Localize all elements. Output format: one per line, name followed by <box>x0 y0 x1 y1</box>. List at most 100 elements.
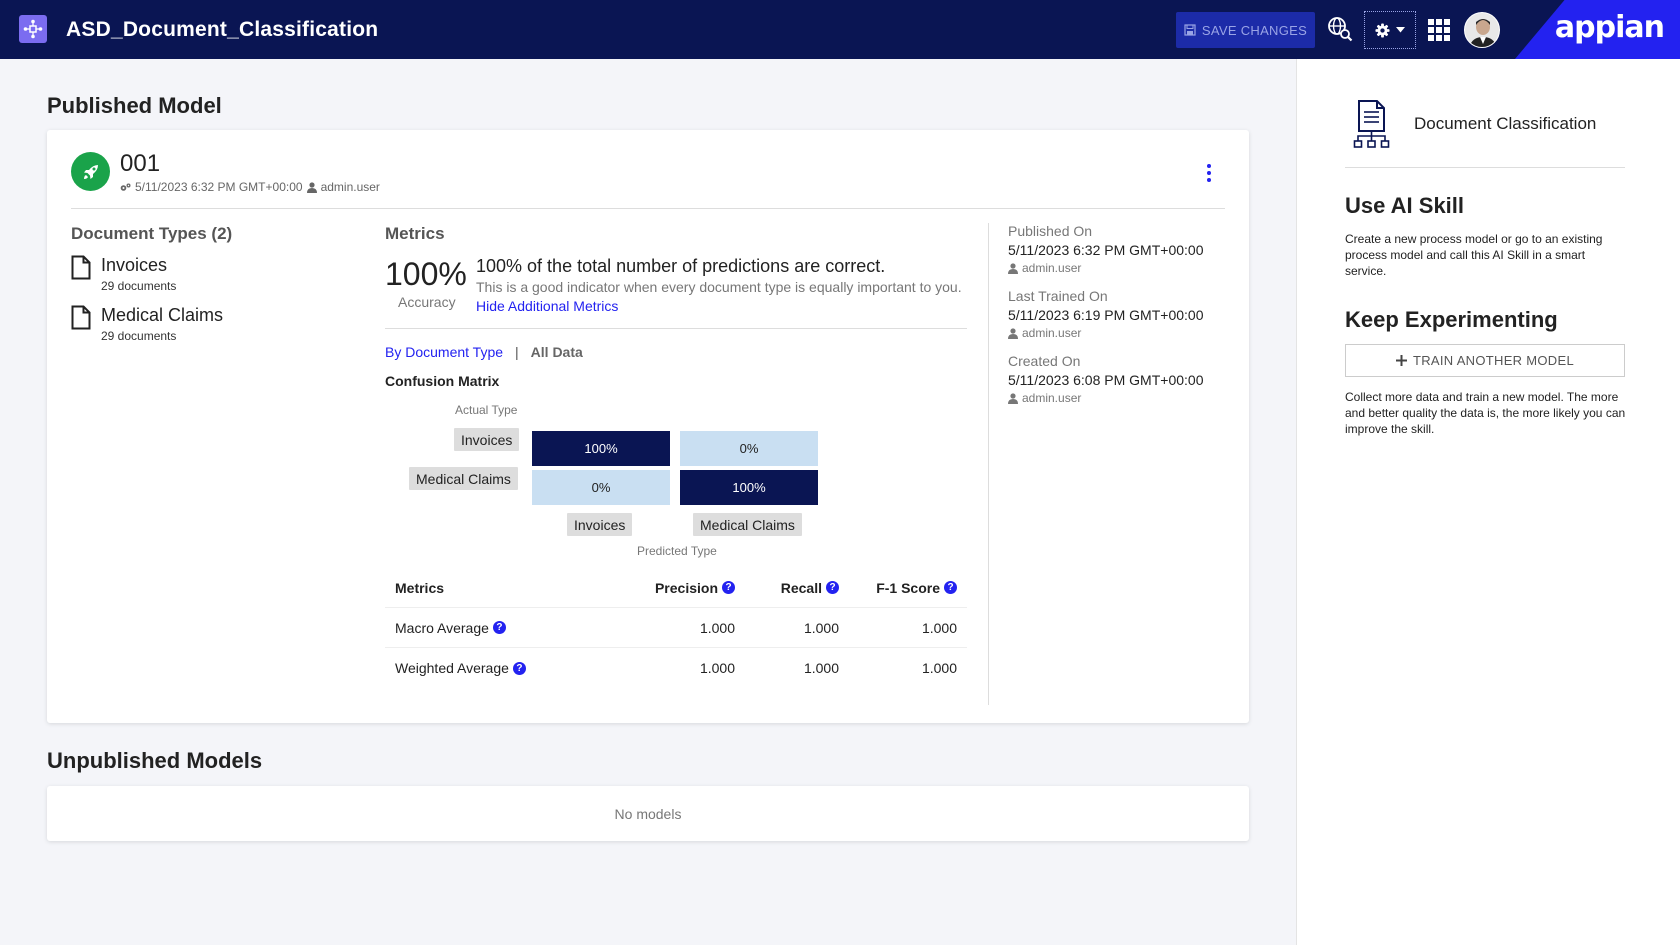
history-label: Created On <box>1008 353 1081 369</box>
keep-experimenting-title: Keep Experimenting <box>1345 307 1558 332</box>
user-icon <box>1008 392 1018 404</box>
accuracy-description: This is a good indicator when every docu… <box>476 279 962 295</box>
document-types-title: Document Types (2) <box>71 224 233 243</box>
header-metrics: Metrics <box>395 579 445 596</box>
app-title: ASD_Document_Classification <box>66 18 379 41</box>
history-published: Published On 5/11/2023 6:32 PM GMT+00:00… <box>1008 223 1203 275</box>
actual-type-label: Actual Type <box>455 403 518 417</box>
rocket-icon <box>83 164 98 179</box>
card-divider <box>71 208 1225 209</box>
matrix-cell: 0% <box>680 431 818 466</box>
brand-banner: appian <box>1515 0 1680 59</box>
history-label: Last Trained On <box>1008 288 1108 304</box>
unpublished-models-title: Unpublished Models <box>47 748 263 773</box>
history-created: Created On 5/11/2023 6:08 PM GMT+00:00 a… <box>1008 353 1203 405</box>
use-ai-skill-title: Use AI Skill <box>1345 193 1465 218</box>
history-value: 5/11/2023 6:32 PM GMT+00:00 <box>1008 242 1204 258</box>
header-precision: Precision <box>654 579 718 596</box>
metrics-divider <box>385 328 967 329</box>
tab-by-document-type[interactable]: By Document Type <box>385 344 503 360</box>
tab-separator: | <box>515 344 519 360</box>
history-user-name: admin.user <box>1022 261 1082 275</box>
history-value: 5/11/2023 6:08 PM GMT+00:00 <box>1008 372 1204 388</box>
document-type-count: 29 documents <box>101 279 177 293</box>
document-tree-icon <box>1353 100 1390 148</box>
app-icon[interactable] <box>19 15 47 43</box>
save-changes-button[interactable]: SAVE CHANGES <box>1176 12 1315 48</box>
history-divider <box>988 223 989 705</box>
skill-title: Document Classification <box>1414 114 1597 133</box>
document-type-count: 29 documents <box>101 329 177 343</box>
table-row: Macro Average? 1.000 1.000 1.000 <box>385 608 967 648</box>
globe-search-icon <box>1328 17 1353 42</box>
user-avatar[interactable] <box>1464 12 1500 48</box>
top-bar: ASD_Document_Classification SAVE CHANGES <box>0 0 1680 59</box>
keep-experimenting-description: Collect more data and train a new model.… <box>1345 390 1626 436</box>
history-user: admin.user <box>1008 326 1203 340</box>
accuracy-value: 100% <box>385 256 467 292</box>
matrix-cell: 0% <box>532 470 670 505</box>
history-value: 5/11/2023 6:19 PM GMT+00:00 <box>1008 307 1204 323</box>
row-metric-name: Macro Average <box>395 619 489 636</box>
save-changes-label: SAVE CHANGES <box>1201 22 1308 38</box>
row-precision: 1.000 <box>699 619 735 636</box>
col-label-medical-claims: Medical Claims <box>693 513 802 536</box>
history-user: admin.user <box>1008 391 1203 405</box>
cogs-icon <box>120 183 131 191</box>
document-type-item: Medical Claims 29 documents <box>71 305 223 343</box>
plus-icon <box>1396 355 1407 366</box>
gear-icon <box>1375 22 1390 38</box>
help-icon[interactable]: ? <box>944 581 957 594</box>
col-label-invoices: Invoices <box>567 513 633 536</box>
table-row: Weighted Average? 1.000 1.000 1.000 <box>385 648 967 688</box>
tab-all-data[interactable]: All Data <box>531 344 583 360</box>
settings-menu-button[interactable] <box>1364 11 1416 49</box>
metrics-table: Metrics Precision? Recall? F-1 Score? Ma… <box>385 568 967 688</box>
document-type-name: Medical Claims <box>101 305 224 325</box>
model-meta: 5/11/2023 6:32 PM GMT+00:00 admin.user <box>120 180 380 194</box>
help-icon[interactable]: ? <box>826 581 839 594</box>
rocket-badge <box>71 152 110 191</box>
sidebar-divider <box>1345 167 1625 168</box>
document-type-item: Invoices 29 documents <box>71 255 176 293</box>
train-another-model-label: TRAIN ANOTHER MODEL <box>1413 353 1574 368</box>
metrics-tabs: By Document Type | All Data <box>385 344 583 360</box>
history-user-name: admin.user <box>1022 391 1082 405</box>
empty-state-text: No models <box>614 805 682 822</box>
document-type-name: Invoices <box>101 255 168 275</box>
row-recall: 1.000 <box>803 619 839 636</box>
app-launcher-icon[interactable] <box>1428 19 1450 41</box>
train-another-model-button[interactable]: TRAIN ANOTHER MODEL <box>1345 344 1625 377</box>
unpublished-models-card: No models <box>47 786 1249 841</box>
save-icon <box>1184 24 1196 36</box>
right-sidebar: Document Classification Use AI Skill Cre… <box>1296 59 1680 945</box>
brand-logo: appian <box>1554 10 1665 45</box>
user-photo-icon <box>1465 13 1499 47</box>
user-icon <box>1008 327 1018 339</box>
accuracy-label: Accuracy <box>398 294 456 310</box>
model-user: admin.user <box>320 180 380 194</box>
row-f1-score: 1.000 <box>921 660 957 676</box>
user-icon <box>306 181 317 193</box>
table-header-row: Metrics Precision? Recall? F-1 Score? <box>385 568 967 608</box>
use-ai-skill-description: Create a new process model or go to an e… <box>1345 232 1603 278</box>
matrix-cell: 100% <box>680 470 818 505</box>
history-label: Published On <box>1008 223 1093 239</box>
global-search-button[interactable] <box>1327 16 1353 42</box>
matrix-cell: 100% <box>532 431 670 466</box>
caret-down-icon <box>1396 27 1405 33</box>
document-icon <box>71 305 91 330</box>
help-icon[interactable]: ? <box>492 621 506 634</box>
help-icon[interactable]: ? <box>722 581 735 594</box>
more-options-icon[interactable] <box>1206 164 1212 182</box>
predicted-type-label: Predicted Type <box>637 544 717 558</box>
model-timestamp: 5/11/2023 6:32 PM GMT+00:00 <box>135 180 303 194</box>
user-icon <box>1008 262 1018 274</box>
row-metric-name: Weighted Average <box>395 660 509 676</box>
confusion-matrix-title: Confusion Matrix <box>385 373 500 389</box>
network-icon <box>23 19 43 39</box>
metrics-title: Metrics <box>385 224 445 243</box>
help-icon[interactable]: ? <box>512 661 526 675</box>
hide-additional-metrics-link[interactable]: Hide Additional Metrics <box>476 298 618 314</box>
history-user-name: admin.user <box>1022 326 1082 340</box>
